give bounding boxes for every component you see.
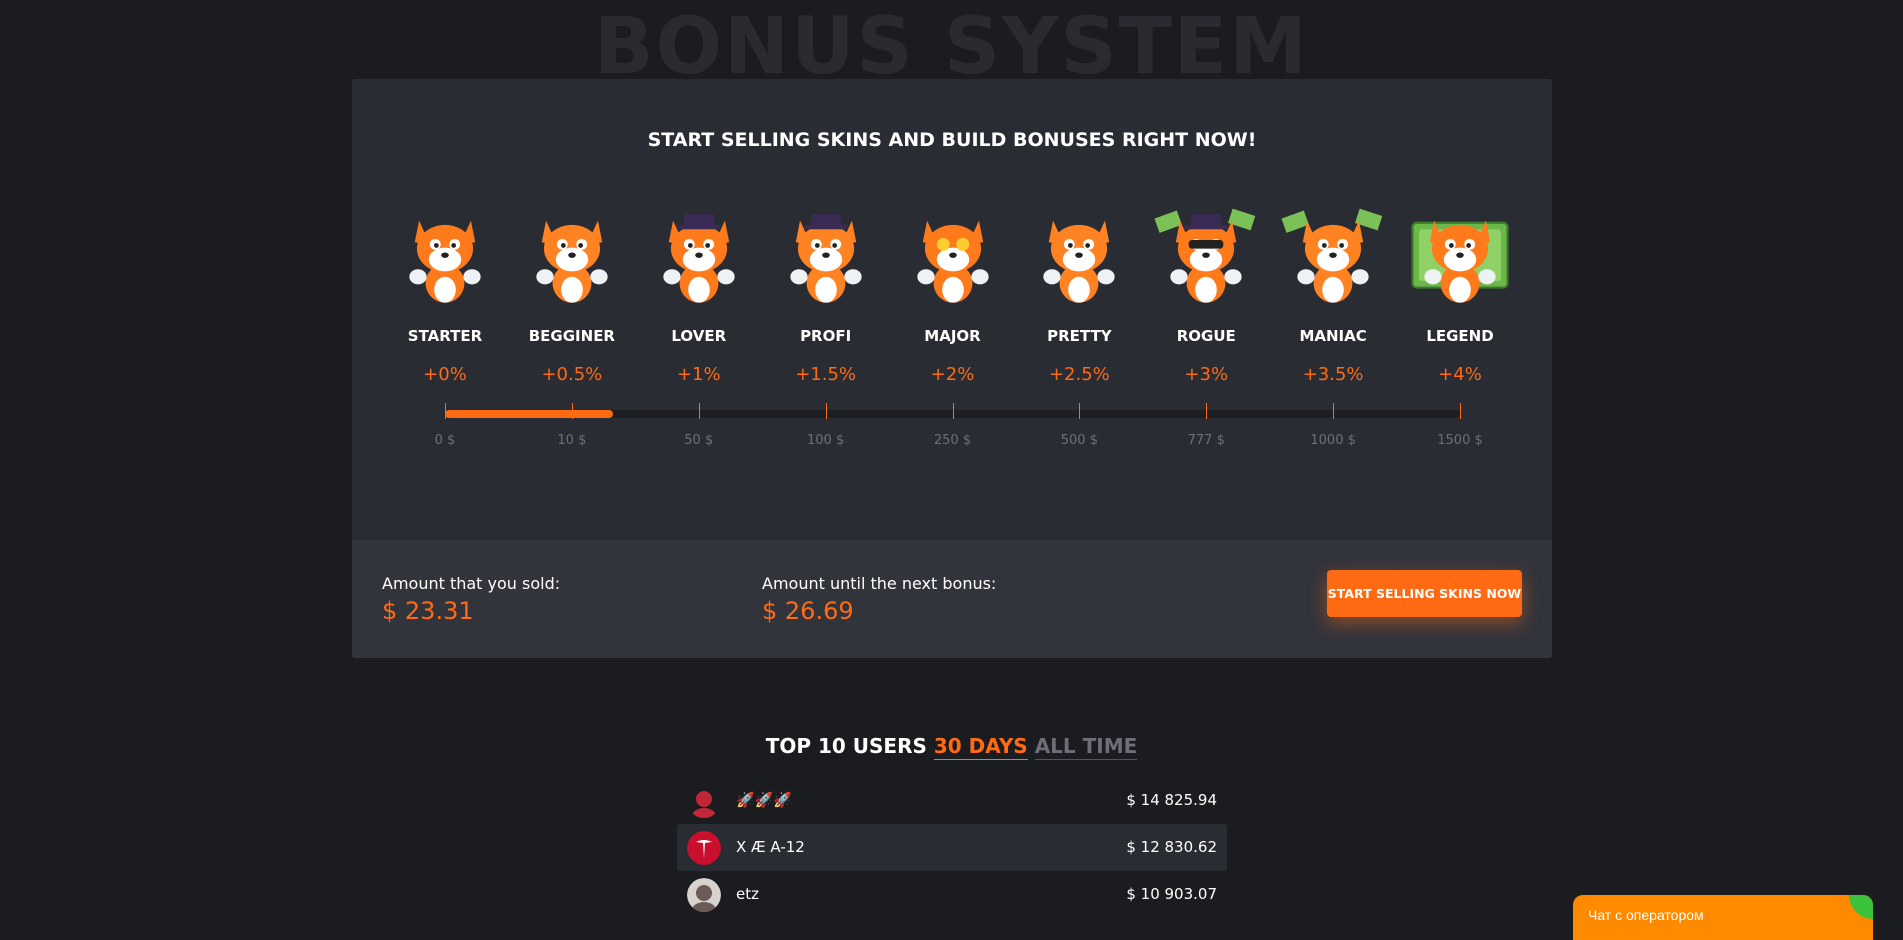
chat-label: Чат с оператором bbox=[1588, 906, 1704, 923]
next-bonus-stat: Amount until the next bonus: $ 26.69 bbox=[762, 574, 996, 625]
threshold-label: 777 $ bbox=[1187, 433, 1225, 448]
rank-begginer: BEGGINER +0.5% bbox=[509, 199, 635, 385]
next-bonus-value: $ 26.69 bbox=[762, 597, 854, 625]
rank-name: MAJOR bbox=[924, 327, 981, 345]
progress-tick bbox=[1079, 403, 1081, 419]
rank-name: LEGEND bbox=[1426, 327, 1494, 345]
threshold-label: 50 $ bbox=[684, 433, 714, 448]
threshold-label: 500 $ bbox=[1060, 433, 1098, 448]
page-background-title: BONUS SYSTEM bbox=[594, 2, 1309, 92]
fox-maniac-icon bbox=[1281, 208, 1383, 303]
user-amount: $ 12 830.62 bbox=[1126, 838, 1217, 856]
start-selling-button[interactable]: START SELLING SKINS NOW bbox=[1327, 570, 1522, 617]
rank-name: ROGUE bbox=[1176, 327, 1236, 345]
rank-bonus: +4% bbox=[1438, 364, 1482, 385]
bonus-progress-fill bbox=[445, 410, 614, 418]
rank-lover: LOVER +1% bbox=[636, 199, 762, 385]
rank-maniac: MANIAC +3.5% bbox=[1270, 199, 1396, 385]
rank-major: MAJOR +2% bbox=[890, 199, 1016, 385]
threshold-label: 250 $ bbox=[933, 433, 972, 448]
rank-bonus: +1% bbox=[676, 364, 721, 385]
bonus-progress-track bbox=[445, 403, 1461, 419]
progress-tick bbox=[445, 403, 446, 419]
fox-lover-icon bbox=[663, 214, 735, 303]
chat-status-icon bbox=[1849, 895, 1873, 919]
next-bonus-label: Amount until the next bonus: bbox=[762, 574, 997, 593]
top-users-header: TOP 10 USERS 30 DAYS ALL TIME bbox=[0, 734, 1903, 760]
avatar-anime-icon bbox=[687, 878, 721, 912]
operator-chat-button[interactable]: Чат с оператором bbox=[1573, 895, 1873, 940]
sold-value: $ 23.31 bbox=[382, 597, 474, 625]
bonus-summary-bar: Amount that you sold: $ 23.31 Amount unt… bbox=[352, 540, 1552, 658]
fox-pretty-icon bbox=[1043, 220, 1116, 303]
avatar-tesla-icon bbox=[687, 831, 721, 865]
avatar-red-icon bbox=[687, 784, 721, 818]
rank-name: MANIAC bbox=[1299, 327, 1367, 345]
progress-tick bbox=[698, 403, 700, 419]
progress-tick bbox=[825, 403, 827, 419]
rank-starter: STARTER +0% bbox=[382, 199, 508, 385]
bonus-panel: START SELLING SKINS AND BUILD BONUSES RI… bbox=[352, 79, 1552, 658]
user-name: etz bbox=[736, 885, 759, 903]
rank-name: LOVER bbox=[671, 327, 727, 345]
rank-bonus: +0% bbox=[423, 364, 467, 385]
rank-list: STARTER +0% BEGGINER +0.5% LOVER +1% PRO… bbox=[382, 199, 1509, 439]
user-row[interactable]: X Æ A-12 $ 12 830.62 bbox=[677, 824, 1227, 871]
rank-bonus: +2.5% bbox=[1048, 364, 1110, 385]
user-row[interactable]: etz $ 10 903.07 bbox=[677, 871, 1227, 918]
rank-name: PROFI bbox=[800, 327, 852, 345]
top-users-title: TOP 10 USERS bbox=[765, 734, 927, 758]
progress-tick bbox=[1333, 403, 1335, 419]
rank-profi: PROFI +1.5% bbox=[763, 199, 889, 385]
rank-bonus: +3.5% bbox=[1302, 364, 1364, 385]
bonus-headline: START SELLING SKINS AND BUILD BONUSES RI… bbox=[647, 129, 1257, 151]
threshold-label: 10 $ bbox=[557, 433, 587, 448]
rank-rogue: ROGUE +3% bbox=[1143, 199, 1269, 385]
user-amount: $ 10 903.07 bbox=[1126, 885, 1217, 903]
tab-30-days[interactable]: 30 DAYS bbox=[933, 734, 1028, 760]
fox-rogue-icon bbox=[1154, 208, 1256, 303]
progress-tick bbox=[1460, 403, 1461, 419]
threshold-label: 1000 $ bbox=[1310, 433, 1356, 448]
user-row[interactable]: 🚀🚀🚀 $ 14 825.94 bbox=[677, 777, 1227, 824]
threshold-label: 100 $ bbox=[807, 433, 845, 448]
user-amount: $ 14 825.94 bbox=[1126, 791, 1217, 809]
sold-stat: Amount that you sold: $ 23.31 bbox=[382, 574, 560, 625]
threshold-label: 0 $ bbox=[434, 433, 456, 448]
user-name: X Æ A-12 bbox=[736, 838, 805, 856]
rank-bonus: +0.5% bbox=[541, 364, 603, 385]
progress-tick bbox=[1206, 403, 1208, 419]
rank-name: PRETTY bbox=[1047, 327, 1112, 345]
rank-bonus: +1.5% bbox=[795, 364, 857, 385]
rank-legend: LEGEND +4% bbox=[1397, 199, 1523, 385]
tab-all-time[interactable]: ALL TIME bbox=[1034, 734, 1138, 760]
fox-begginer-icon bbox=[536, 220, 608, 303]
fox-major-icon bbox=[916, 220, 989, 303]
rank-name: BEGGINER bbox=[528, 327, 615, 345]
threshold-label: 1500 $ bbox=[1437, 433, 1483, 448]
rank-name: STARTER bbox=[407, 327, 483, 345]
fox-profi-icon bbox=[789, 214, 862, 303]
rank-bonus: +2% bbox=[930, 364, 975, 385]
rank-pretty: PRETTY +2.5% bbox=[1016, 199, 1142, 385]
top-users-list: 🚀🚀🚀 $ 14 825.94 X Æ A-12 $ 12 830.62 etz… bbox=[677, 777, 1227, 918]
sold-label: Amount that you sold: bbox=[382, 574, 561, 593]
rank-bonus: +3% bbox=[1184, 364, 1229, 385]
progress-tick bbox=[571, 403, 573, 419]
progress-tick bbox=[952, 403, 954, 419]
fox-starter-icon bbox=[409, 220, 481, 303]
user-name: 🚀🚀🚀 bbox=[736, 791, 793, 809]
fox-legend-icon bbox=[1411, 220, 1509, 303]
